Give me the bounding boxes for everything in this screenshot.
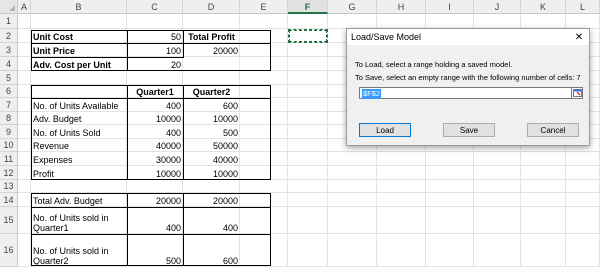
save-button[interactable]: Save xyxy=(443,123,495,137)
row-header-7[interactable]: 7 xyxy=(0,98,18,112)
cell-c2[interactable]: 50 xyxy=(127,29,183,43)
gridline xyxy=(327,14,328,267)
cell-d16[interactable]: 600 xyxy=(183,234,240,267)
cell-b7[interactable]: No. of Units Available xyxy=(31,98,127,112)
cell-c10[interactable]: 40000 xyxy=(127,139,183,152)
cancel-button[interactable]: Cancel xyxy=(527,123,579,137)
cell-b14[interactable]: Total Adv. Budget xyxy=(31,193,127,207)
cell-d3[interactable]: 20000 xyxy=(183,43,240,57)
column-header-f[interactable]: F xyxy=(288,0,328,14)
cell-c7[interactable]: 400 xyxy=(127,98,183,112)
load-save-model-dialog: Load/Save Model ✕ To Load, select a rang… xyxy=(346,28,590,146)
gridline xyxy=(287,14,288,267)
row-header-6[interactable]: 6 xyxy=(0,85,18,98)
dialog-title: Load/Save Model xyxy=(351,32,422,42)
cell-c9[interactable]: 400 xyxy=(127,125,183,139)
cell-d9[interactable]: 500 xyxy=(183,125,240,139)
cell-d6[interactable]: Quarter2 xyxy=(183,85,240,98)
cell-b8[interactable]: Adv. Budget xyxy=(31,112,127,125)
row-header-12[interactable]: 12 xyxy=(0,166,18,180)
column-header-i[interactable]: I xyxy=(426,0,474,14)
row-header-3[interactable]: 3 xyxy=(0,43,18,57)
row-header-10[interactable]: 10 xyxy=(0,139,18,152)
row-header-14[interactable]: 14 xyxy=(0,193,18,207)
row-header-15[interactable]: 15 xyxy=(0,207,18,234)
cell-b16[interactable]: No. of Units sold in Quarter2 xyxy=(31,234,127,267)
load-instruction: To Load, select a range holding a saved … xyxy=(355,60,513,69)
row-header-8[interactable]: 8 xyxy=(0,112,18,125)
selected-cell-f2[interactable] xyxy=(288,29,328,43)
cell-c3[interactable]: 100 xyxy=(127,43,183,57)
cell-d12[interactable]: 10000 xyxy=(183,166,240,180)
cell-b3[interactable]: Unit Price xyxy=(31,43,127,57)
cell-c4[interactable]: 20 xyxy=(127,57,183,71)
cell-b10[interactable]: Revenue xyxy=(31,139,127,152)
cell-c12[interactable]: 10000 xyxy=(127,166,183,180)
collapse-dialog-icon xyxy=(572,89,582,97)
range-selector-button[interactable] xyxy=(571,87,583,99)
close-icon[interactable]: ✕ xyxy=(571,29,587,45)
row-header-11[interactable]: 11 xyxy=(0,152,18,166)
load-button[interactable]: Load xyxy=(359,123,411,137)
row-header-2[interactable]: 2 xyxy=(0,29,18,43)
cell-c6[interactable]: Quarter1 xyxy=(127,85,183,98)
cell-c11[interactable]: 30000 xyxy=(127,152,183,166)
cell-d11[interactable]: 40000 xyxy=(183,152,240,166)
cell-b9[interactable]: No. of Units Sold xyxy=(31,125,127,139)
row-header-9[interactable]: 9 xyxy=(0,125,18,139)
cell-d2[interactable]: Total Profit xyxy=(183,29,240,43)
column-header-b[interactable]: B xyxy=(31,0,127,14)
column-header-j[interactable]: J xyxy=(474,0,521,14)
cell-b4[interactable]: Adv. Cost per Unit xyxy=(31,57,127,71)
cell-d14[interactable]: 20000 xyxy=(183,193,240,207)
dialog-titlebar: Load/Save Model ✕ xyxy=(347,29,589,45)
cell-d10[interactable]: 50000 xyxy=(183,139,240,152)
row-header-4[interactable]: 4 xyxy=(0,57,18,71)
select-all-corner[interactable] xyxy=(0,0,18,14)
cell-c15[interactable]: 400 xyxy=(127,207,183,234)
column-header-h[interactable]: H xyxy=(377,0,426,14)
save-instruction: To Save, select an empty range with the … xyxy=(355,73,581,82)
load-button-label: Load xyxy=(376,125,394,135)
range-input-value: $F$2 xyxy=(362,89,382,99)
column-header-k[interactable]: K xyxy=(521,0,566,14)
column-header-c[interactable]: C xyxy=(127,0,183,14)
range-input[interactable]: $F$2 xyxy=(359,87,583,99)
cell-b11[interactable]: Expenses xyxy=(31,152,127,166)
row-header-5[interactable]: 5 xyxy=(0,71,18,85)
cell-b12[interactable]: Profit xyxy=(31,166,127,180)
column-header-l[interactable]: L xyxy=(566,0,600,14)
row-header-1[interactable]: 1 xyxy=(0,14,18,29)
column-header-d[interactable]: D xyxy=(183,0,240,14)
save-button-label: Save xyxy=(459,125,479,135)
cell-d15[interactable]: 400 xyxy=(183,207,240,234)
column-header-e[interactable]: E xyxy=(240,0,288,14)
cancel-button-label: Cancel xyxy=(540,125,566,135)
cell-d8[interactable]: 10000 xyxy=(183,112,240,125)
row-header-16[interactable]: 16 xyxy=(0,234,18,267)
column-header-g[interactable]: G xyxy=(328,0,377,14)
cell-b15[interactable]: No. of Units sold in Quarter1 xyxy=(31,207,127,234)
cell-c14[interactable]: 20000 xyxy=(127,193,183,207)
cell-d7[interactable]: 600 xyxy=(183,98,240,112)
cell-c16[interactable]: 500 xyxy=(127,234,183,267)
cell-c8[interactable]: 10000 xyxy=(127,112,183,125)
column-header-a[interactable]: A xyxy=(18,0,31,14)
cell-b2[interactable]: Unit Cost xyxy=(31,29,127,43)
row-header-13[interactable]: 13 xyxy=(0,180,18,193)
